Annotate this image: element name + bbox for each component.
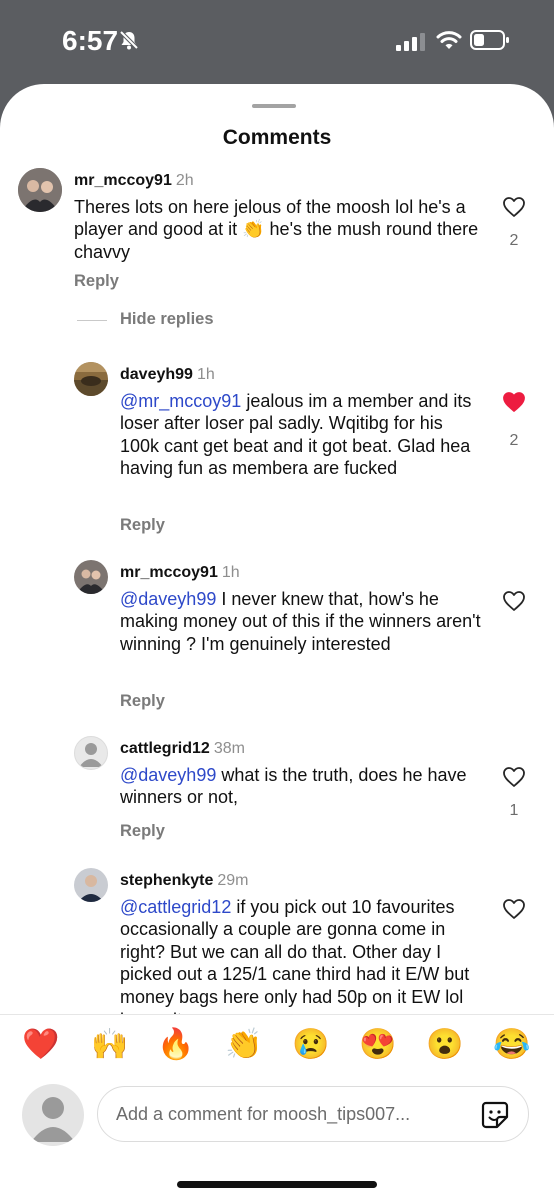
comment-time: 1h [196,366,215,383]
comment-body: daveyh99 1h @mr_mccoy91 jealous im a memb… [120,362,485,480]
heart-eyes-emoji-button[interactable]: 😍 [358,1025,398,1065]
comment-time: 2h [175,172,194,189]
comments-list[interactable]: mr_mccoy91 2h Theres lots on here jelous … [0,162,554,1014]
heart-icon[interactable] [502,590,526,612]
like-count: 2 [509,432,519,449]
hide-replies-button[interactable]: Hide replies [120,310,214,329]
quick-reaction-bar: ❤️ 🙌 🔥 👏 😢 😍 😮 😂 [0,1014,554,1075]
red-heart-emoji-button[interactable]: ❤️ [21,1025,61,1065]
raising-hands-emoji-button[interactable]: 🙌 [90,1025,130,1065]
reply-button[interactable]: Reply [120,692,165,711]
comment-username[interactable]: mr_mccoy91 [74,172,172,189]
mute-bell-icon [119,30,139,50]
comment-username[interactable]: cattlegrid12 [120,740,210,757]
avatar[interactable] [18,168,62,212]
reply-button[interactable]: Reply [74,272,119,291]
default-avatar-icon [22,1084,84,1146]
sticker-icon[interactable] [480,1100,510,1130]
avatar[interactable] [74,868,108,902]
status-bar: 6:57 [0,0,554,85]
reply-button[interactable]: Reply [120,516,165,535]
sheet-title: Comments [222,126,332,149]
comment-input-placeholder: Add a comment for moosh_tips007... [116,1104,411,1124]
comment-username[interactable]: daveyh99 [120,366,193,383]
comment-body: mr_mccoy91 2h Theres lots on here jelous … [74,168,484,263]
comment-username[interactable]: stephenkyte [120,872,213,889]
fire-emoji-button[interactable]: 🔥 [156,1025,196,1065]
heart-icon[interactable] [502,898,526,920]
like-count: 2 [509,232,519,249]
clapping-hands-emoji-button[interactable]: 👏 [224,1025,264,1065]
like-count: 1 [509,802,519,819]
surprised-face-emoji-button[interactable]: 😮 [425,1025,465,1065]
comment-username[interactable]: mr_mccoy91 [120,564,218,581]
battery-icon [470,30,509,50]
tears-of-joy-emoji-button[interactable]: 😂 [492,1025,532,1065]
comment-body: cattlegrid12 38m @daveyh99 what is the tr… [120,736,485,809]
cellular-signal-icon [396,33,425,51]
clapping-hands-emoji: 👏 [242,219,265,240]
reply-button[interactable]: Reply [120,822,165,841]
comments-sheet: Comments mr_mccoy91 2h Theres lots on her… [0,84,554,1200]
status-time: 6:57 [62,25,119,56]
comment-time: 38m [213,740,245,757]
comment-body: stephenkyte 29m @cattlegrid12 if you pick… [120,868,485,1014]
home-indicator[interactable] [177,1181,377,1188]
heart-icon[interactable] [502,391,526,413]
mention-link[interactable]: @daveyh99 [120,589,216,609]
mention-link[interactable]: @cattlegrid12 [120,897,231,917]
mention-link[interactable]: @daveyh99 [120,765,216,785]
comment-body: mr_mccoy91 1h @daveyh99 I never knew that… [120,560,485,655]
mention-link[interactable]: @mr_mccoy91 [120,391,241,411]
comment-time: 1h [221,564,240,581]
wifi-icon [436,31,462,49]
heart-icon[interactable] [502,196,526,218]
default-avatar-icon[interactable] [74,736,108,770]
avatar[interactable] [74,560,108,594]
divider [77,320,107,321]
avatar[interactable] [74,362,108,396]
comment-time: 29m [217,872,249,889]
heart-icon[interactable] [502,766,526,788]
comment-input[interactable]: Add a comment for moosh_tips007... [97,1086,529,1142]
sheet-grabber[interactable] [252,104,296,108]
crying-face-emoji-button[interactable]: 😢 [291,1025,331,1065]
